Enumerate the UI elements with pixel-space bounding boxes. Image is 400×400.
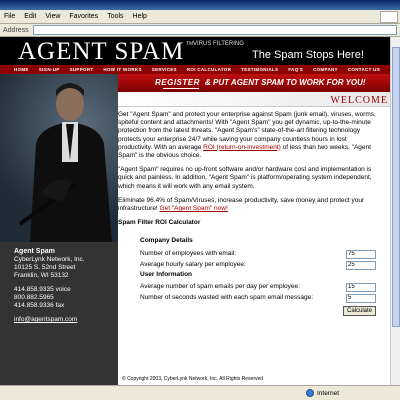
register-underline (163, 88, 199, 89)
sidebar-email-link[interactable]: info@agentspam.com (14, 316, 118, 324)
form-row: Average hourly salary per employee: (140, 260, 376, 271)
nav-home[interactable]: HOME (14, 67, 29, 72)
nav-company[interactable]: COMPANY (313, 67, 338, 72)
sidebar-phone: 800.882.5965 (14, 294, 54, 301)
employees-label: Number of employees with email: (140, 250, 237, 258)
page-viewport: AGENT SPAM TM VIRUS FILTERING The Spam S… (0, 37, 400, 385)
sidebar-fax: 414.858.9336 fax (14, 302, 65, 309)
calculate-button[interactable]: Calculate (342, 305, 376, 316)
seconds-wasted-label: Number of seconds wasted with each spam … (140, 294, 314, 302)
menu-edit[interactable]: Edit (24, 13, 36, 20)
nav-testimonials[interactable]: TESTIMONIALS (241, 67, 278, 72)
globe-icon (306, 389, 314, 397)
get-agent-spam-link[interactable]: Get "Agent Spam" now! (160, 205, 228, 212)
roi-form: Company Details Number of employees with… (140, 237, 376, 316)
company-details-heading: Company Details (140, 237, 193, 245)
nav-faqs[interactable]: FAQ'S (288, 67, 303, 72)
copyright-footer: © Copyright 2003, CyberLynk Network, Inc… (122, 376, 264, 382)
site-slogan: The Spam Stops Here! (252, 49, 364, 61)
nav-services[interactable]: SERVICES (152, 67, 177, 72)
platform-paragraph: "Agent Spam" requires no up-front softwa… (118, 166, 372, 190)
logo-subtitle: VIRUS FILTERING (193, 41, 244, 47)
security-zone: Internet (300, 389, 339, 397)
menu-tools[interactable]: Tools (107, 13, 123, 20)
intro-paragraph: Get "Agent Spam" and protect your enterp… (118, 111, 376, 160)
zone-label: Internet (317, 389, 340, 397)
spam-per-day-label: Average number of spam emails per day pe… (140, 283, 300, 291)
main-nav: HOME SIGN-UP SUPPORT HOW IT WORKS SERVIC… (0, 65, 400, 74)
salary-label: Average hourly salary per employee: (140, 261, 246, 269)
spam-per-day-input[interactable] (346, 282, 376, 292)
address-label: Address (3, 26, 29, 34)
menu-favorites[interactable]: Favorites (69, 13, 98, 20)
scrollbar-thumb[interactable] (392, 47, 400, 327)
seconds-wasted-input[interactable] (346, 293, 376, 303)
agent-photo (0, 74, 118, 242)
menu-file[interactable]: File (4, 13, 15, 20)
address-bar: Address (0, 24, 400, 37)
window-titlebar (0, 0, 400, 10)
menu-help[interactable]: Help (133, 13, 147, 20)
eliminate-paragraph: Eliminate 96.4% of Spam/Viruses, increas… (118, 197, 376, 213)
form-row: Number of seconds wasted with each spam … (140, 293, 376, 304)
sidebar-address-line: Franklin, WI 53132 (14, 272, 69, 279)
sidebar-phone: 414.858.9335 voice (14, 286, 71, 293)
sidebar-company: Agent Spam (14, 248, 55, 255)
nav-sign-up[interactable]: SIGN-UP (39, 67, 60, 72)
register-cta[interactable]: & PUT AGENT SPAM TO WORK FOR YOU! (205, 78, 366, 87)
site-logo[interactable]: AGENT SPAM (18, 39, 184, 65)
menu-view[interactable]: View (45, 13, 60, 20)
roi-calculator-title: Spam Filter ROI Calculator (118, 219, 201, 227)
menu-bar: File Edit View Favorites Tools Help (0, 10, 400, 24)
sidebar-address-line: 10125 S. 52nd Street (14, 264, 76, 271)
form-row: Number of employees with email: (140, 249, 376, 260)
salary-input[interactable] (346, 260, 376, 270)
eliminate-text: Eliminate 96.4% of Spam/Viruses, increas… (118, 196, 365, 213)
roi-link[interactable]: ROI (return-on-investment) (203, 144, 281, 151)
contact-sidebar: Agent Spam CyberLynk Network, Inc. 10125… (0, 242, 118, 385)
nav-support[interactable]: SUPPORT (70, 67, 94, 72)
agent-silhouette (18, 83, 112, 242)
nav-contact-us[interactable]: CONTACT US (348, 67, 380, 72)
nav-how-it-works[interactable]: HOW IT WORKS (103, 67, 141, 72)
main-content: Get "Agent Spam" and protect your enterp… (118, 107, 376, 316)
register-link[interactable]: REGISTER (155, 78, 200, 87)
vertical-scrollbar[interactable] (390, 37, 400, 385)
form-row: Average number of spam emails per day pe… (140, 282, 376, 293)
address-input[interactable] (32, 25, 397, 35)
windows-logo-icon (380, 11, 398, 23)
user-information-heading: User Information (140, 270, 193, 278)
employees-input[interactable] (346, 249, 376, 259)
status-bar: Internet (0, 385, 400, 400)
nav-roi-calculator[interactable]: ROI CALCULATOR (187, 67, 231, 72)
site-header: AGENT SPAM TM VIRUS FILTERING The Spam S… (0, 37, 400, 65)
welcome-heading: WELCOME (330, 95, 388, 106)
sidebar-address-line: CyberLynk Network, Inc. (14, 256, 85, 263)
